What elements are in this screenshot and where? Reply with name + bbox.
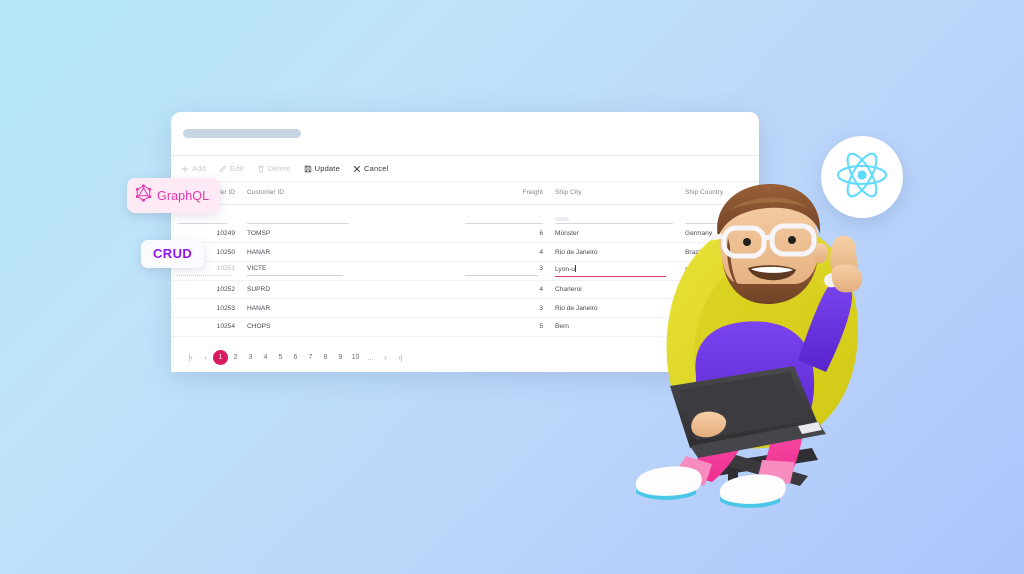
crud-badge: CRUD xyxy=(141,240,205,268)
graphql-badge: GraphQL xyxy=(127,178,221,213)
pagination-page-2[interactable]: 2 xyxy=(228,350,243,365)
edit-button[interactable]: Edit xyxy=(219,164,244,173)
plus-icon xyxy=(181,165,189,173)
pagination-first-button[interactable]: |‹ xyxy=(183,350,198,365)
column-header-spacer xyxy=(355,182,459,204)
add-button[interactable]: Add xyxy=(181,164,206,173)
pencil-icon xyxy=(219,165,227,173)
crud-badge-label: CRUD xyxy=(153,246,193,261)
field-underline xyxy=(465,275,539,277)
filter-customer-id[interactable] xyxy=(241,204,355,224)
field-underline xyxy=(247,275,343,277)
cell-spacer xyxy=(355,299,459,318)
cell-freight: 4 xyxy=(539,248,543,256)
developer-on-chair-illustration xyxy=(612,180,912,510)
filter-spacer xyxy=(355,204,459,224)
pagination-page-9[interactable]: 9 xyxy=(333,350,348,365)
column-header-customer-id[interactable]: Customer ID xyxy=(241,182,355,204)
delete-button-label: Delete xyxy=(267,164,291,173)
pagination-page-5[interactable]: 5 xyxy=(273,350,288,365)
cell-freight: 3 xyxy=(539,304,543,312)
cell-order-id: 10252 xyxy=(216,285,235,293)
pagination-ellipsis: ... xyxy=(367,353,374,363)
pagination-page-1[interactable]: 1 xyxy=(213,350,228,366)
cell-customer-id: HANAR xyxy=(247,248,271,256)
close-icon xyxy=(353,165,361,173)
field-underline xyxy=(177,275,232,277)
cell-customer-id: TOMSP xyxy=(247,229,271,237)
header-placeholder-bar xyxy=(183,129,301,138)
update-button[interactable]: Update xyxy=(304,164,340,173)
pagination-page-3[interactable]: 3 xyxy=(243,350,258,365)
pagination-page-8[interactable]: 8 xyxy=(318,350,333,365)
cell-customer-id: SUPRD xyxy=(247,285,271,293)
filter-freight[interactable] xyxy=(459,204,549,224)
cell-freight: 4 xyxy=(539,285,543,293)
panel-header xyxy=(171,112,759,156)
grid-toolbar: Add Edit Delete Update Cancel xyxy=(171,156,759,182)
cell-customer-id: CHOPS xyxy=(247,323,271,331)
pagination-page-10[interactable]: 10 xyxy=(348,350,363,365)
save-icon xyxy=(304,165,312,173)
add-button-label: Add xyxy=(192,164,206,173)
cell-freight: 6 xyxy=(539,229,543,237)
ship-city-edit-value: Lyon-u xyxy=(555,265,575,273)
pagination-page-7[interactable]: 7 xyxy=(303,350,318,365)
cell-customer-id: HANAR xyxy=(247,304,271,312)
pagination-prev-button[interactable]: ‹ xyxy=(198,350,213,365)
cell-order-id: 10254 xyxy=(216,323,235,331)
delete-button[interactable]: Delete xyxy=(257,164,291,173)
cell-freight: 5 xyxy=(539,323,543,331)
pagination-next-button[interactable]: › xyxy=(378,350,393,365)
cell-customer-id[interactable]: VICTE xyxy=(241,261,355,280)
cell-spacer xyxy=(355,261,459,280)
pagination-page-4[interactable]: 4 xyxy=(258,350,273,365)
text-caret xyxy=(575,264,577,272)
pagination-page-6[interactable]: 6 xyxy=(288,350,303,365)
graphql-icon xyxy=(135,184,152,207)
trash-icon xyxy=(257,165,265,173)
graphql-badge-label: GraphQL xyxy=(157,188,210,203)
cell-spacer xyxy=(355,280,459,299)
cell-spacer xyxy=(355,317,459,336)
cell-order-id: 10253 xyxy=(216,304,235,312)
edit-button-label: Edit xyxy=(229,164,244,173)
column-header-freight[interactable]: Freight xyxy=(459,182,549,204)
cell-freight[interactable]: 3 xyxy=(459,261,549,280)
cell-spacer xyxy=(355,243,459,262)
cell-spacer xyxy=(355,224,459,243)
pagination-last-button[interactable]: ›| xyxy=(393,350,408,365)
update-button-label: Update xyxy=(314,164,340,173)
cancel-button[interactable]: Cancel xyxy=(353,164,389,173)
cancel-button-label: Cancel xyxy=(363,164,389,173)
